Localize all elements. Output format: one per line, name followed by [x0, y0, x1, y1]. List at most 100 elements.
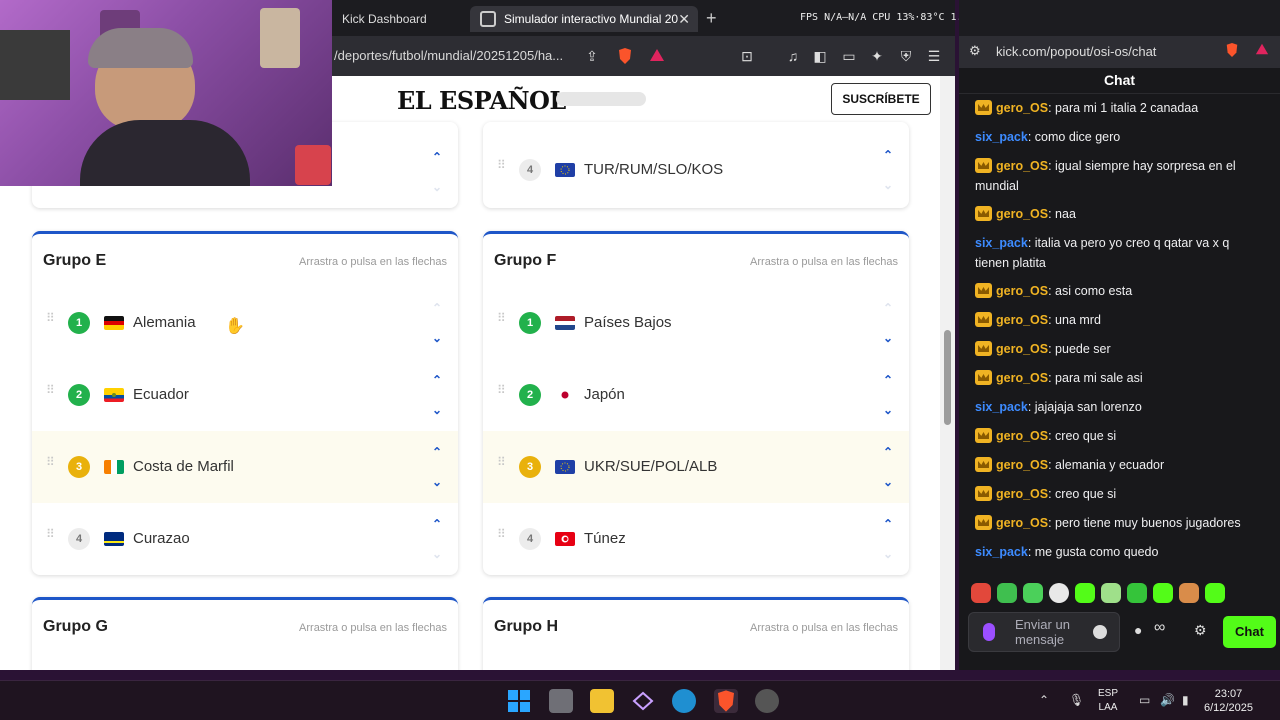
tab-simulador[interactable]: Simulador interactivo Mundial 20 ✕: [470, 6, 698, 32]
language-indicator[interactable]: ESP LAA: [1098, 687, 1118, 715]
team-row[interactable]: ⠿ 3 Costa de Marfil ⌃ ⌄: [32, 431, 458, 503]
url-field[interactable]: /deportes/futbol/mundial/20251205/ha...: [334, 48, 563, 63]
volume-icon[interactable]: 🔊: [1160, 693, 1175, 707]
network-icon[interactable]: ▭: [1139, 693, 1150, 707]
chat-username[interactable]: gero_OS: [996, 487, 1048, 501]
chat-message-input[interactable]: Enviar un mensaje: [968, 612, 1120, 652]
brave-shield-icon[interactable]: [616, 47, 634, 65]
chat-username[interactable]: gero_OS: [996, 159, 1048, 173]
drag-handle-icon[interactable]: ⠿: [497, 384, 506, 401]
leo-ai-icon[interactable]: ✦: [868, 47, 886, 65]
music-icon[interactable]: ♫: [784, 47, 802, 65]
brave-taskbar-icon[interactable]: [714, 689, 738, 713]
brave-rewards-icon[interactable]: [1255, 42, 1269, 59]
emote-icon[interactable]: [997, 583, 1017, 603]
chat-username[interactable]: gero_OS: [996, 371, 1048, 385]
drag-handle-icon[interactable]: ⠿: [497, 312, 506, 329]
microphone-tray-icon[interactable]: 🎙: [1069, 693, 1084, 707]
emote-icon[interactable]: [1075, 583, 1095, 603]
microphone-icon[interactable]: [983, 623, 995, 641]
chat-username[interactable]: gero_OS: [996, 342, 1048, 356]
team-row[interactable]: ⠿ 1 Alemania ⌃ ⌄: [32, 287, 458, 359]
drag-handle-icon[interactable]: ⠿: [497, 456, 506, 473]
chat-username[interactable]: gero_OS: [996, 458, 1048, 472]
infinity-icon[interactable]: ∞: [1154, 619, 1165, 637]
move-up-icon[interactable]: ⌃: [880, 148, 896, 162]
close-tab-icon[interactable]: ✕: [678, 6, 690, 32]
emote-icon[interactable]: [1049, 583, 1069, 603]
team-row[interactable]: ⠿ 4 Túnez ⌃ ⌄: [483, 503, 909, 575]
drag-handle-icon[interactable]: ⠿: [497, 159, 506, 176]
emote-icon[interactable]: [971, 583, 991, 603]
vpn-icon[interactable]: ⛨: [897, 47, 915, 65]
move-up-icon[interactable]: ⌃: [429, 445, 445, 459]
move-up-icon[interactable]: ⌃: [880, 517, 896, 531]
task-view-icon[interactable]: [549, 689, 573, 713]
menu-icon[interactable]: ☰: [925, 47, 943, 65]
emoji-picker-icon[interactable]: [1093, 625, 1107, 639]
wallet-icon[interactable]: ▭: [840, 47, 858, 65]
sidebar-icon[interactable]: ◧: [811, 47, 829, 65]
scrollbar-thumb[interactable]: [944, 330, 951, 425]
users-icon[interactable]: ●: [1134, 622, 1142, 638]
share-icon[interactable]: ⇪: [583, 47, 601, 65]
move-down-icon[interactable]: ⌄: [429, 403, 445, 417]
move-up-icon[interactable]: ⌃: [429, 150, 445, 164]
chat-username[interactable]: gero_OS: [996, 101, 1048, 115]
move-up-icon[interactable]: ⌃: [880, 445, 896, 459]
emote-icon[interactable]: [1205, 583, 1225, 603]
file-explorer-icon[interactable]: [590, 689, 614, 713]
emote-icon[interactable]: [1023, 583, 1043, 603]
screenshot-icon[interactable]: ⊡: [738, 47, 756, 65]
windows-start-icon[interactable]: [507, 689, 531, 713]
battery-icon[interactable]: ▮: [1182, 693, 1189, 707]
emote-icon[interactable]: [1153, 583, 1173, 603]
drag-handle-icon[interactable]: ⠿: [46, 456, 55, 473]
site-logo[interactable]: EL ESPAÑOL: [397, 86, 566, 115]
site-settings-icon[interactable]: ⚙: [969, 43, 981, 59]
edge-icon[interactable]: [672, 689, 696, 713]
chat-send-button[interactable]: Chat: [1223, 616, 1276, 648]
team-row[interactable]: ⠿ 2 Japón ⌃ ⌄: [483, 359, 909, 431]
chat-url-field[interactable]: kick.com/popout/osi-os/chat: [996, 44, 1156, 59]
obs-icon[interactable]: [755, 689, 779, 713]
team-row[interactable]: ⠿ 3 UKR/SUE/POL/ALB ⌃ ⌄: [483, 431, 909, 503]
subscribe-button[interactable]: SUSCRÍBETE: [831, 83, 931, 115]
chat-username[interactable]: gero_OS: [996, 429, 1048, 443]
team-row[interactable]: ⠿ 1 Países Bajos ⌃ ⌄: [483, 287, 909, 359]
move-up-icon[interactable]: ⌃: [880, 373, 896, 387]
new-tab-button[interactable]: +: [706, 6, 717, 30]
chat-username[interactable]: gero_OS: [996, 284, 1048, 298]
chat-username[interactable]: six_pack: [975, 236, 1028, 250]
team-row[interactable]: ⠿ 4 Curazao ⌃ ⌄: [32, 503, 458, 575]
chat-username[interactable]: six_pack: [975, 545, 1028, 559]
drag-handle-icon[interactable]: ⠿: [497, 528, 506, 545]
move-up-icon[interactable]: ⌃: [429, 373, 445, 387]
chat-username[interactable]: six_pack: [975, 130, 1028, 144]
move-down-icon[interactable]: ⌄: [880, 475, 896, 489]
move-down-icon[interactable]: ⌄: [880, 331, 896, 345]
move-up-icon[interactable]: ⌃: [429, 517, 445, 531]
chat-settings-icon[interactable]: ⚙: [1194, 622, 1207, 639]
move-down-icon[interactable]: ⌄: [429, 475, 445, 489]
emote-icon[interactable]: [1101, 583, 1121, 603]
drag-handle-icon[interactable]: ⠿: [46, 528, 55, 545]
emote-icon[interactable]: [1179, 583, 1199, 603]
team-row[interactable]: ⠿ 4 TUR/RUM/SLO/KOS ⌃ ⌄: [483, 134, 909, 206]
visual-studio-icon[interactable]: [631, 689, 655, 713]
chat-username[interactable]: gero_OS: [996, 313, 1048, 327]
chat-username[interactable]: gero_OS: [996, 207, 1048, 221]
chat-username[interactable]: gero_OS: [996, 516, 1048, 530]
drag-handle-icon[interactable]: ⠿: [46, 384, 55, 401]
team-row[interactable]: ⠿ 2 Ecuador ⌃ ⌄: [32, 359, 458, 431]
brave-rewards-icon[interactable]: [648, 47, 666, 65]
move-down-icon[interactable]: ⌄: [880, 403, 896, 417]
taskbar-clock[interactable]: 23:07 6/12/2025: [1204, 687, 1253, 715]
brave-shield-icon[interactable]: [1225, 42, 1239, 61]
move-down-icon[interactable]: ⌄: [429, 331, 445, 345]
drag-handle-icon[interactable]: ⠿: [46, 312, 55, 329]
tab-kick-dashboard[interactable]: Kick Dashboard: [332, 6, 462, 32]
chat-username[interactable]: six_pack: [975, 400, 1028, 414]
emote-icon[interactable]: [1127, 583, 1147, 603]
chevron-up-icon[interactable]: ⌃: [1039, 693, 1049, 707]
